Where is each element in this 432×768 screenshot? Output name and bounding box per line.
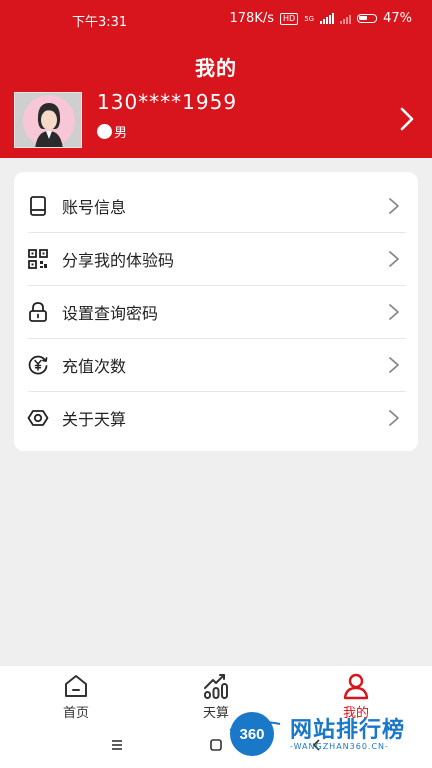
user-icon [343,673,369,700]
battery-icon [357,14,378,23]
watermark-logo-icon: 360 [229,712,281,756]
eye-hexagon-icon [27,410,49,426]
menu-item-label: 账号信息 [62,198,127,217]
menu-item-account-info[interactable]: 账号信息 [14,180,418,232]
menu-item-label: 设置查询密码 [62,304,159,323]
status-indicators: 178K/s HD 5G 47% [230,11,412,26]
user-phone: 130****1959 [97,90,238,114]
home-icon [65,675,87,697]
avatar-image [15,93,81,147]
menu-item-about[interactable]: 关于天算 [14,392,418,444]
menu-icon[interactable] [111,740,123,750]
network-type: 5G [304,14,315,23]
chevron-right-icon [389,357,399,373]
lock-icon [29,302,47,322]
chevron-right-icon [389,198,399,214]
avatar[interactable] [14,92,82,148]
tab-label: 首页 [62,706,89,721]
hd-badge: HD [280,12,299,25]
menu-item-recharge[interactable]: 充值次数 [14,339,418,391]
network-speed: 178K/s [229,11,275,26]
menu-item-label: 充值次数 [62,357,127,376]
status-bar: 下午3:31 178K/s HD 5G 47% [0,0,432,38]
yuan-recharge-icon [28,355,48,375]
menu-card: 账号信息 分享我的体验码 设置查询密码 充值次数 关于天算 [14,172,418,451]
home-square-icon[interactable] [210,739,222,751]
gender-dot-icon [97,124,112,139]
tab-home[interactable]: 首页 [36,666,116,726]
chevron-right-icon [389,304,399,320]
profile-arrow-icon[interactable] [398,106,416,132]
status-time: 下午3:31 [72,15,128,30]
profile-header: 下午3:31 178K/s HD 5G 47% 我的 130****1959 男 [0,0,432,158]
menu-item-share-code[interactable]: 分享我的体验码 [14,233,418,285]
user-gender: 男 [97,122,127,141]
watermark-badge: 360 [239,726,264,743]
page-title: 我的 [195,56,237,80]
battery-level: 47% [383,11,412,26]
gender-label: 男 [114,126,128,141]
menu-item-label: 关于天算 [62,410,127,429]
chevron-right-icon [389,410,399,426]
signal-icon-secondary [340,13,352,24]
chart-icon [204,674,228,699]
menu-item-label: 分享我的体验码 [62,251,175,270]
menu-item-set-password[interactable]: 设置查询密码 [14,286,418,338]
chevron-right-icon [389,251,399,267]
tablet-icon [30,196,46,216]
signal-icon [320,13,335,24]
qr-code-icon [28,249,48,269]
watermark-text: 网站排行榜 [290,718,406,743]
watermark-subtext: -WANGZHAN360.CN- [290,742,389,751]
